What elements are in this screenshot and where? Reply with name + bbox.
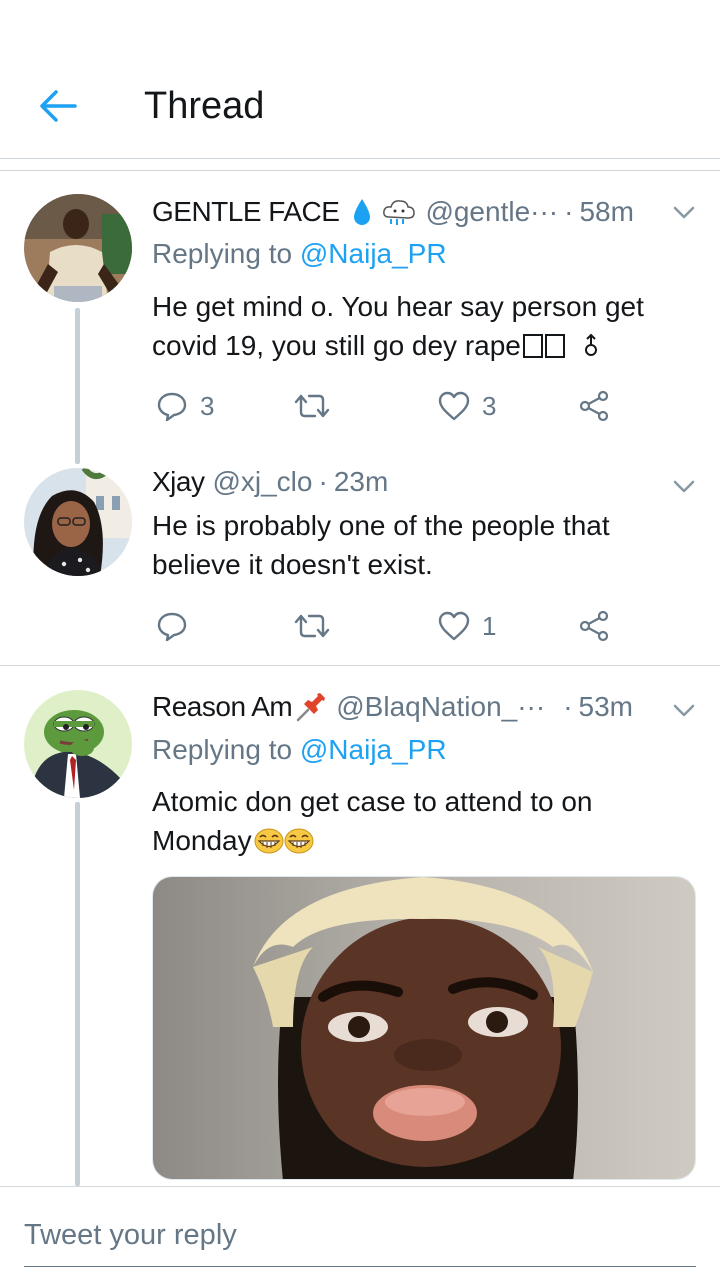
tweet-header: Reason Am @BlaqNation_··· · 53m: [152, 691, 633, 723]
avatar[interactable]: [24, 468, 132, 576]
replying-to-link[interactable]: @Naija_PR: [300, 238, 447, 269]
timestamp[interactable]: 23m: [334, 466, 388, 498]
tweet-actions: 1: [152, 606, 692, 646]
back-arrow-icon: [40, 90, 77, 122]
reply-button[interactable]: 3: [156, 386, 214, 426]
retweet-button[interactable]: [294, 606, 330, 646]
like-count: 3: [482, 390, 497, 421]
avatar[interactable]: [24, 690, 132, 798]
timestamp[interactable]: 53m: [579, 691, 633, 723]
tweet-separator: [0, 665, 720, 666]
avatar[interactable]: [24, 194, 132, 302]
heart-icon: [438, 611, 470, 641]
heart-icon: [438, 391, 470, 421]
page-title: Thread: [144, 85, 265, 127]
reply-icon: [157, 392, 187, 422]
tweet-header: Xjay @xj_clo · 23m: [152, 466, 389, 498]
grinning-emoji-icon: [284, 828, 314, 854]
reply-bar: [0, 1186, 720, 1280]
reply-button[interactable]: [156, 606, 200, 646]
replying-to: Replying to @Naija_PR: [152, 734, 447, 765]
tweet-text: He is probably one of the people that be…: [152, 510, 610, 580]
droplet-icon: [354, 199, 371, 225]
thread-line: [75, 308, 80, 464]
share-button[interactable]: [578, 606, 610, 646]
missing-glyph-icon: [522, 334, 543, 358]
header-divider-2: [0, 170, 720, 171]
like-button[interactable]: 3: [438, 386, 496, 426]
reply-count: 3: [200, 390, 215, 421]
male-sign-icon: [584, 333, 597, 356]
retweet-icon: [294, 394, 330, 418]
pin-icon: [297, 693, 326, 722]
grinning-emoji-icon: [254, 828, 284, 854]
tweet-text: Atomic don get case to attend to on Mond…: [152, 786, 593, 856]
like-button[interactable]: 1: [438, 606, 496, 646]
chevron-down-icon[interactable]: [670, 696, 698, 724]
share-icon: [579, 610, 609, 642]
replying-to: Replying to @Naija_PR: [152, 238, 447, 269]
handle[interactable]: @xj_clo: [212, 466, 312, 498]
tweet-header: GENTLE FACE @gentle··· · 58m: [152, 196, 634, 228]
handle[interactable]: @gentle···: [425, 196, 558, 228]
tweet-media-image[interactable]: [152, 876, 696, 1180]
chevron-down-icon[interactable]: [670, 472, 698, 500]
back-button[interactable]: [36, 84, 80, 128]
reply-icon: [157, 612, 187, 642]
top-bar: Thread: [0, 0, 720, 171]
handle[interactable]: @BlaqNation_···: [336, 691, 545, 723]
cloud-icon: [383, 200, 416, 225]
share-icon: [579, 390, 609, 422]
share-button[interactable]: [578, 386, 610, 426]
tweet-text: He get mind o. You hear say person get c…: [152, 291, 644, 361]
timestamp[interactable]: 58m: [579, 196, 633, 228]
retweet-button[interactable]: [294, 386, 330, 426]
header-divider: [0, 158, 720, 159]
display-name[interactable]: Reason Am: [152, 691, 293, 723]
display-name[interactable]: GENTLE FACE: [152, 196, 340, 228]
display-name[interactable]: Xjay: [152, 466, 205, 498]
missing-glyph-icon: [544, 334, 565, 358]
like-count: 1: [482, 610, 497, 641]
thread-line: [75, 802, 80, 1186]
chevron-down-icon[interactable]: [670, 198, 698, 226]
retweet-icon: [294, 614, 330, 638]
replying-to-link[interactable]: @Naija_PR: [300, 734, 447, 765]
reply-input[interactable]: [24, 1215, 696, 1267]
tweet-actions: 3 3: [152, 386, 692, 426]
